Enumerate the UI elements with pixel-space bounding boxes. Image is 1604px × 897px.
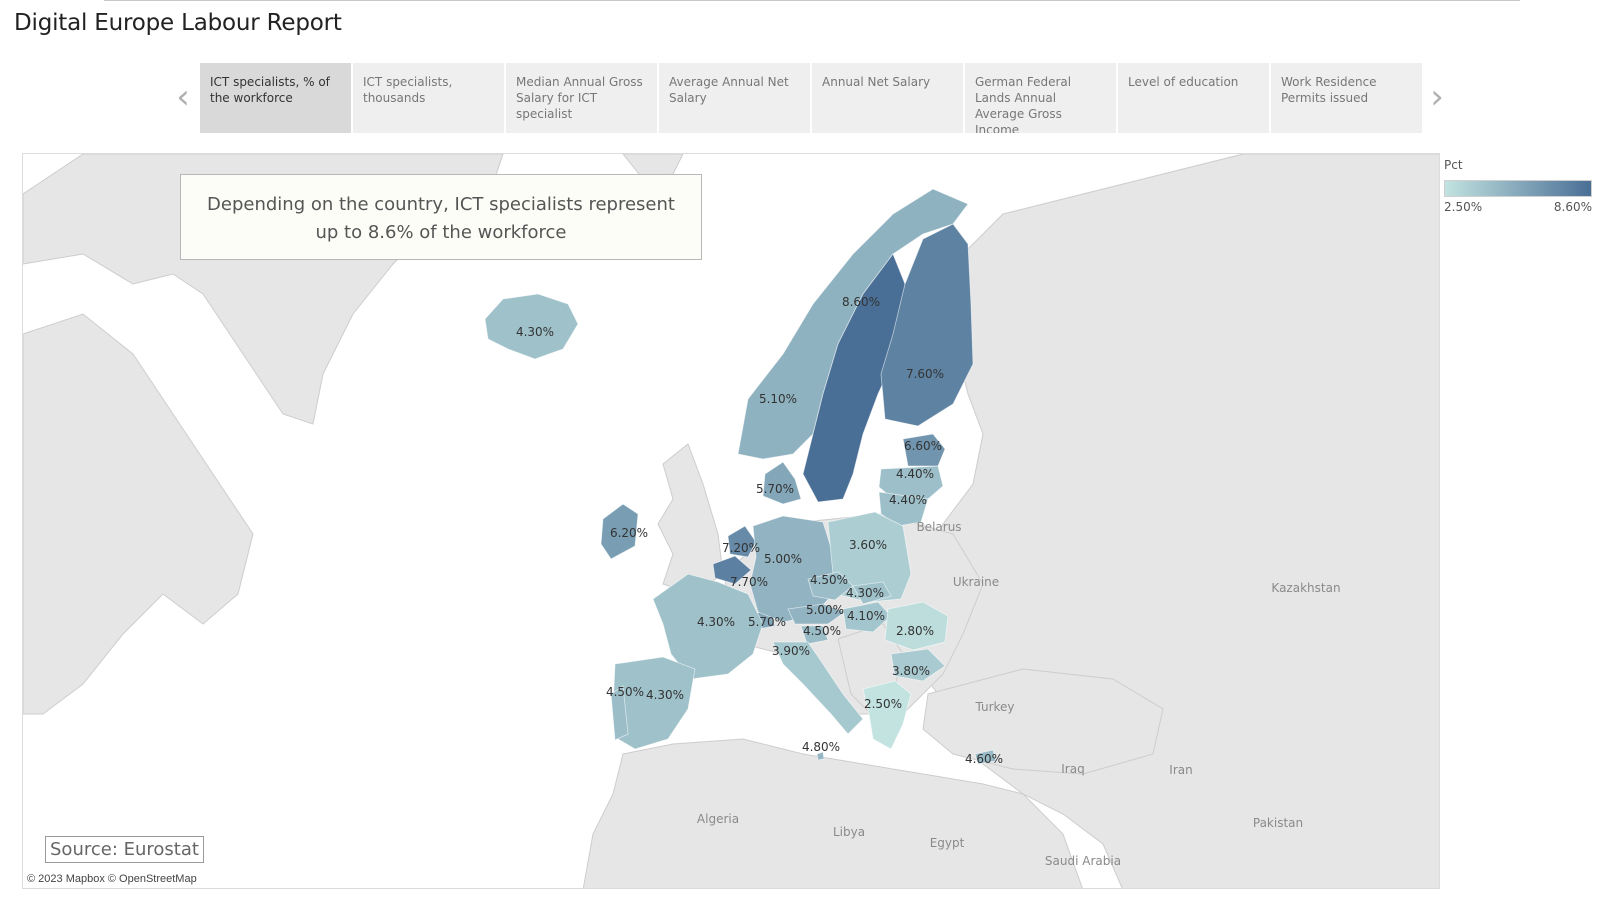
story-point-tab[interactable]: German Federal Lands Annual Average Gros… — [965, 63, 1116, 133]
value-label-slovakia: 4.30% — [846, 586, 884, 600]
story-point-tab[interactable]: ICT specialists, % of the workforce — [200, 63, 351, 133]
value-label-finland: 7.60% — [906, 367, 944, 381]
dashboard-title: Digital Europe Labour Report — [14, 10, 342, 36]
value-label-latvia: 4.40% — [896, 467, 934, 481]
place-label-turkey: Turkey — [974, 700, 1014, 714]
place-label-algeria: Algeria — [697, 812, 739, 826]
value-label-lithuania: 4.40% — [889, 493, 927, 507]
legend-title: Pct — [1444, 158, 1463, 172]
story-points: ICT specialists, % of the workforce ICT s… — [200, 63, 1422, 133]
place-label-libya: Libya — [833, 825, 865, 839]
map-view[interactable]: 4.30% 5.10% 8.60% 7.60% 6.60% 4.40% 4.40% 5.70%… — [22, 153, 1440, 889]
story-point-tab[interactable]: Median Annual Gross Salary for ICT speci… — [506, 63, 657, 133]
value-label-austria: 5.00% — [806, 603, 844, 617]
value-label-hungary: 4.10% — [847, 609, 885, 623]
value-label-czechia: 4.50% — [810, 573, 848, 587]
value-label-norway: 5.10% — [759, 392, 797, 406]
value-label-portugal: 4.50% — [606, 685, 644, 699]
value-label-malta: 4.80% — [802, 740, 840, 754]
story-prev-arrow-icon[interactable]: ‹ — [168, 80, 198, 114]
place-label-kazakhstan: Kazakhstan — [1271, 581, 1340, 595]
story-point-tab[interactable]: Annual Net Salary — [812, 63, 963, 133]
place-label-egypt: Egypt — [930, 836, 965, 850]
value-label-spain: 4.30% — [646, 688, 684, 702]
legend-gradient-bar — [1444, 180, 1592, 197]
color-legend: Pct 2.50% 8.60% — [1444, 158, 1600, 216]
value-label-france: 4.30% — [697, 615, 735, 629]
value-label-netherlands: 7.20% — [722, 541, 760, 555]
story-point-tab[interactable]: Average Annual Net Salary — [659, 63, 810, 133]
story-point-tab[interactable]: Work Residence Permits issued — [1271, 63, 1422, 133]
map-attribution[interactable]: © 2023 Mapbox © OpenStreetMap — [27, 873, 197, 885]
place-label-belarus: Belarus — [916, 520, 961, 534]
map-canvas[interactable]: 4.30% 5.10% 8.60% 7.60% 6.60% 4.40% 4.40% 5.70%… — [23, 154, 1440, 889]
value-label-romania: 2.80% — [896, 624, 934, 638]
source-label: Source: Eurostat — [45, 836, 204, 863]
value-label-ireland: 6.20% — [610, 526, 648, 540]
value-label-belgium: 7.70% — [730, 575, 768, 589]
value-label-estonia: 6.60% — [904, 439, 942, 453]
story-point-tab[interactable]: Level of education — [1118, 63, 1269, 133]
value-label-slovenia: 4.50% — [803, 624, 841, 638]
value-label-sweden: 8.60% — [842, 295, 880, 309]
value-label-denmark: 5.70% — [756, 482, 794, 496]
legend-min-label: 2.50% — [1444, 200, 1483, 214]
value-label-italy: 3.90% — [772, 644, 810, 658]
value-label-cyprus: 4.60% — [965, 752, 1003, 766]
place-label-pakistan: Pakistan — [1253, 816, 1303, 830]
place-label-iraq: Iraq — [1061, 762, 1084, 776]
value-label-germany: 5.00% — [764, 552, 802, 566]
story-navigator: ‹ ICT specialists, % of the workforce ICT… — [160, 63, 1444, 133]
map-callout-annotation: Depending on the country, ICT specialist… — [180, 174, 702, 260]
legend-max-label: 8.60% — [1553, 200, 1592, 214]
place-label-ukraine: Ukraine — [953, 575, 999, 589]
place-label-saudi-arabia: Saudi Arabia — [1045, 854, 1121, 868]
value-label-iceland: 4.30% — [516, 325, 554, 339]
value-label-luxembourg: 5.70% — [748, 615, 786, 629]
story-point-tab[interactable]: ICT specialists, thousands — [353, 63, 504, 133]
value-label-bulgaria: 3.80% — [892, 664, 930, 678]
top-divider — [104, 0, 1520, 1]
value-label-poland: 3.60% — [849, 538, 887, 552]
story-next-arrow-icon[interactable]: › — [1422, 80, 1452, 114]
value-label-greece: 2.50% — [864, 697, 902, 711]
place-label-iran: Iran — [1169, 763, 1192, 777]
